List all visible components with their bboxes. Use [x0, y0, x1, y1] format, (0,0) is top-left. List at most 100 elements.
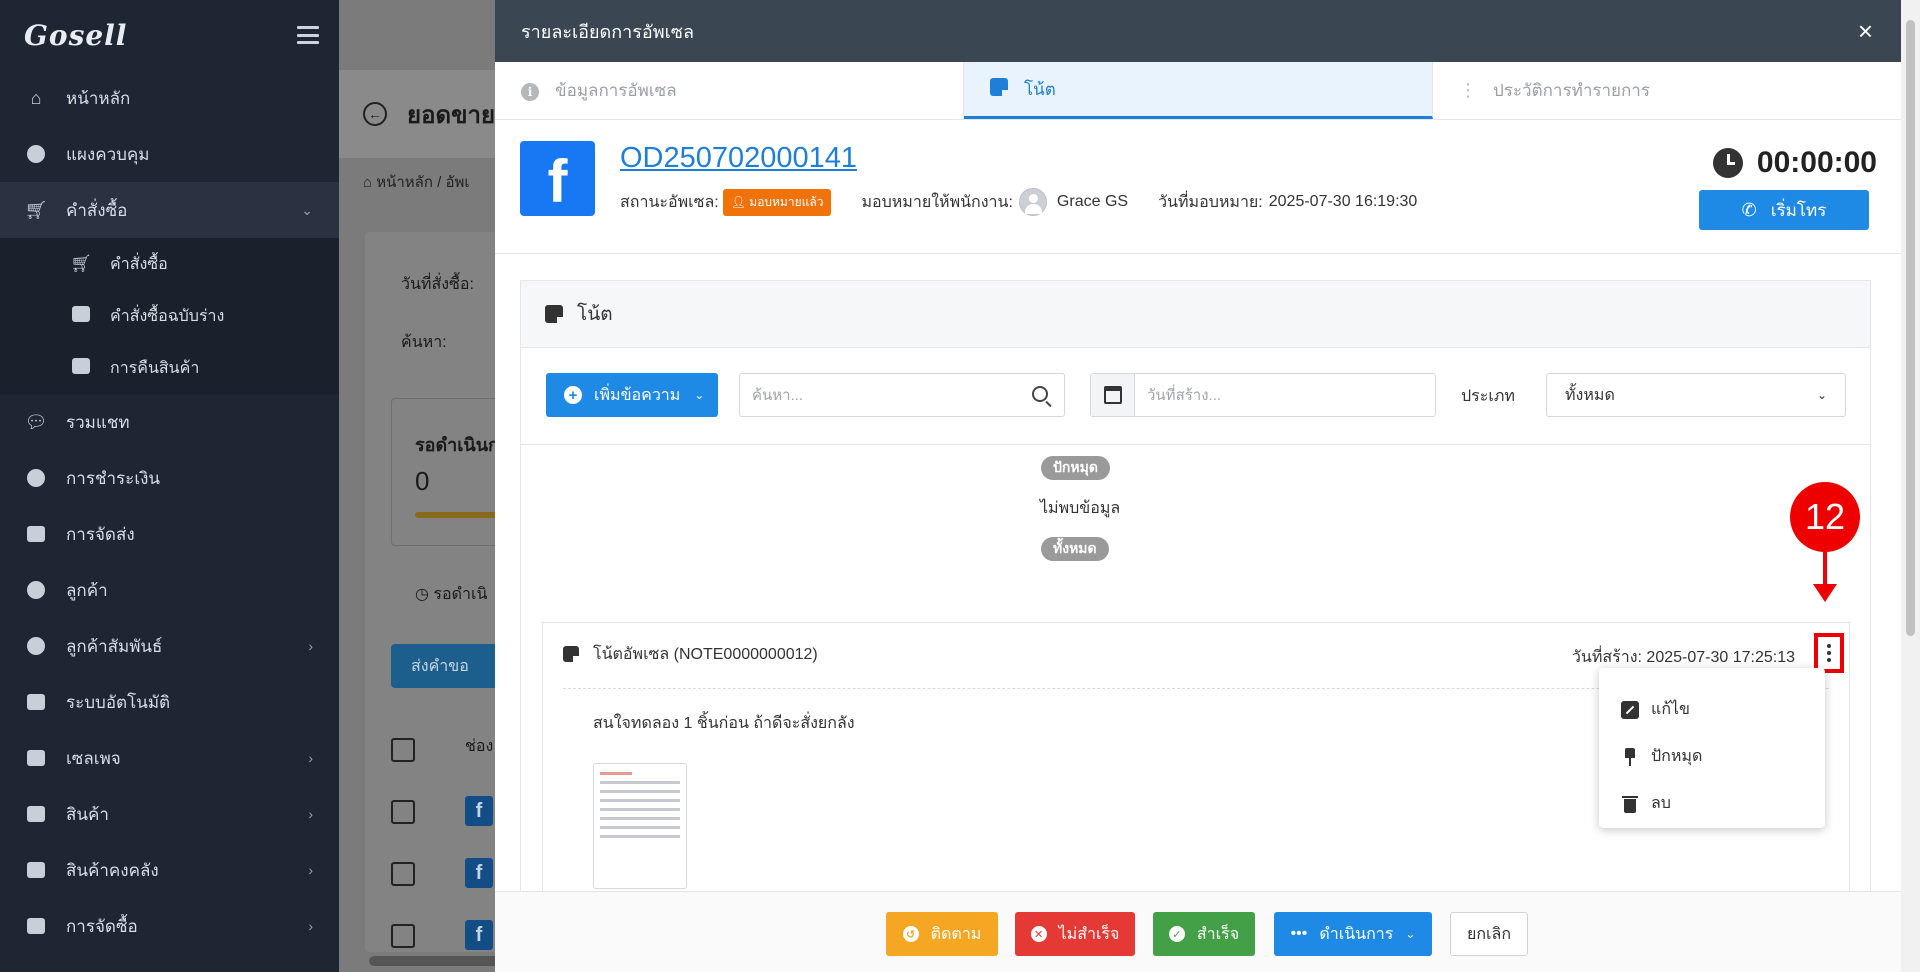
- warehouse-icon: [24, 860, 48, 880]
- note-card-title: โน้ตอัพเซล (NOTE0000000012): [593, 645, 818, 663]
- assignee-name: Grace GS: [1056, 193, 1129, 210]
- sidebar-item-automation[interactable]: ระบบอัตโนมัติ: [0, 674, 339, 730]
- truck-icon: [24, 524, 48, 544]
- tab-label: โน้ต: [1024, 79, 1056, 99]
- search-input[interactable]: ค้นหา...: [739, 373, 1065, 417]
- sidebar-item-crm[interactable]: ลูกค้าสัมพันธ์ ›: [0, 618, 339, 674]
- action-dropdown-button[interactable]: ••• ดำเนินการ ⌄: [1274, 912, 1432, 956]
- empty-state-text: ไม่พบข้อมูล: [1040, 500, 1121, 517]
- chevron-down-icon: ⌄: [1816, 388, 1827, 402]
- sidebar-item-label: ลูกค้าสัมพันธ์: [66, 636, 163, 656]
- background-pending-value: 0: [415, 466, 430, 496]
- sidebar-item-payment[interactable]: การชำระเงิน: [0, 450, 339, 506]
- x-circle-icon: ✕: [1030, 926, 1047, 942]
- drawer-header: รายละเอียดการอัพเซล ×: [495, 0, 1901, 62]
- note-body: สนใจทดลอง 1 ชิ้นก่อน ถ้าดีจะสั่งยกลัง: [593, 715, 855, 732]
- date-placeholder: วันที่สร้าง...: [1147, 387, 1222, 404]
- plus-circle-icon: +: [564, 386, 582, 404]
- sidebar-subitem-orders[interactable]: 🛒︎ คำสั่งซื้อ: [0, 238, 339, 290]
- info-icon: i: [521, 80, 539, 101]
- created-date-input[interactable]: วันที่สร้าง...: [1090, 373, 1436, 417]
- sidebar-item-products[interactable]: สินค้า ›: [0, 786, 339, 842]
- sidebar-item-inventory[interactable]: สินค้าคงคลัง ›: [0, 842, 339, 898]
- cancel-button[interactable]: ยกเลิก: [1450, 912, 1528, 956]
- cart-icon: 🛒︎: [70, 254, 92, 273]
- note-icon: [545, 305, 563, 323]
- step-callout-badge: 12: [1790, 482, 1860, 552]
- menu-item-pin[interactable]: ปักหมุด: [1599, 733, 1825, 780]
- sidebar-item-home[interactable]: ⌂ หน้าหลัก: [0, 70, 339, 126]
- assign-date-label: วันที่มอบหมาย:: [1158, 193, 1263, 211]
- type-select[interactable]: ทั้งหมด ⌄: [1546, 373, 1846, 417]
- timer-value: 00:00:00: [1756, 146, 1877, 179]
- background-checkbox: [391, 924, 415, 948]
- sidebar-item-shipping[interactable]: การจัดส่ง: [0, 506, 339, 562]
- chevron-right-icon: ›: [308, 806, 313, 822]
- edit-icon: [1621, 700, 1639, 719]
- dashboard-icon: [24, 144, 48, 164]
- menu-toggle-icon[interactable]: [297, 26, 319, 44]
- sidebar-header: Gosell: [0, 0, 339, 70]
- logo: Gosell: [24, 18, 128, 52]
- menu-item-label: ปักหมุด: [1651, 748, 1703, 765]
- sidebar-item-label: การชำระเงิน: [66, 468, 161, 488]
- page-scrollbar[interactable]: [1901, 0, 1920, 972]
- all-group-badge: ทั้งหมด: [1041, 537, 1109, 561]
- fail-button[interactable]: ✕ ไม่สำเร็จ: [1015, 912, 1135, 956]
- background-order-date-label: วันที่สั่งซื้อ:: [401, 276, 474, 293]
- draft-icon: [70, 305, 92, 327]
- more-options-icon[interactable]: [1814, 633, 1844, 673]
- sidebar-item-purchasing[interactable]: การจัดซื้อ ›: [0, 898, 339, 954]
- tab-notes[interactable]: โน้ต: [964, 62, 1433, 119]
- money-bag-icon: [24, 468, 48, 488]
- users-icon: [24, 580, 48, 600]
- facebook-icon: f: [465, 796, 493, 826]
- close-icon[interactable]: ×: [1858, 18, 1873, 44]
- tab-upsell-info[interactable]: i ข้อมูลการอัพเซล: [495, 62, 964, 119]
- sidebar-subitem-label: การคืนสินค้า: [110, 359, 200, 377]
- search-icon[interactable]: [1032, 386, 1048, 402]
- start-call-button[interactable]: ✆ เริ่มโทร: [1699, 190, 1869, 230]
- scrollbar-thumb[interactable]: [1906, 20, 1915, 636]
- avatar: [1018, 188, 1047, 216]
- background-checkbox: [391, 800, 415, 824]
- assign-date: 2025-07-30 16:19:30: [1268, 193, 1418, 210]
- tab-history[interactable]: ⋮ ประวัติการทำรายการ: [1433, 62, 1901, 119]
- note-created-date: วันที่สร้าง: 2025-07-30 17:25:13: [1571, 649, 1795, 666]
- menu-item-edit[interactable]: แก้ไข: [1599, 686, 1825, 733]
- order-summary: f OD250702000141 สถานะอัพเซล: 👤︎ มอบหมาย…: [495, 120, 1901, 254]
- trash-icon: [1621, 795, 1639, 813]
- sidebar-item-dashboard[interactable]: แผงควบคุม: [0, 126, 339, 182]
- sidebar-subitem-draft-orders[interactable]: คำสั่งซื้อฉบับร่าง: [0, 290, 339, 342]
- sidebar-item-label: เซลเพจ: [66, 748, 121, 768]
- sidebar-subitem-label: คำสั่งซื้อ: [110, 255, 168, 273]
- callout-arrow-line: [1823, 552, 1827, 586]
- background-column-label: ช่อง: [465, 738, 494, 755]
- follow-up-button[interactable]: ↺ ติดตาม: [886, 912, 998, 956]
- callout-arrow-head: [1813, 584, 1837, 602]
- background-pending-tab: ◷ รอดำเนิ: [415, 586, 488, 603]
- sidebar-item-chat[interactable]: 💬︎ รวมแชท: [0, 394, 339, 450]
- sidebar-item-label: คำสั่งซื้อ: [66, 200, 128, 220]
- sidebar-item-orders[interactable]: 🛒︎ คำสั่งซื้อ ⌄: [0, 182, 339, 238]
- order-id-link[interactable]: OD250702000141: [620, 142, 857, 175]
- chevron-right-icon: ›: [308, 750, 313, 766]
- tab-label: ประวัติการทำรายการ: [1493, 81, 1650, 100]
- attachment-thumbnail[interactable]: [593, 763, 687, 889]
- facebook-icon: f: [465, 920, 493, 950]
- tab-label: ข้อมูลการอัพเซล: [555, 81, 677, 100]
- assign-label: มอบหมายให้พนักงาน:: [861, 193, 1013, 211]
- notes-panel: โน้ต + เพิ่มข้อความ ⌄ ค้นหา... วันที่สร้…: [520, 280, 1871, 972]
- clock-icon: [1712, 148, 1743, 178]
- check-circle-icon: ✓: [1168, 926, 1185, 942]
- timeline-icon: ⋮: [1459, 80, 1477, 100]
- sidebar-item-label: ระบบอัตโนมัติ: [66, 692, 171, 712]
- background-checkbox: [391, 862, 415, 886]
- menu-item-delete[interactable]: ลบ: [1599, 780, 1825, 827]
- cart-icon: 🛒︎: [24, 199, 48, 220]
- success-button[interactable]: ✓ สำเร็จ: [1153, 912, 1255, 956]
- sidebar-item-customers[interactable]: ลูกค้า: [0, 562, 339, 618]
- sidebar-subitem-returns[interactable]: การคืนสินค้า: [0, 342, 339, 394]
- add-note-button[interactable]: + เพิ่มข้อความ ⌄: [546, 373, 718, 417]
- sidebar-item-salepage[interactable]: เซลเพจ ›: [0, 730, 339, 786]
